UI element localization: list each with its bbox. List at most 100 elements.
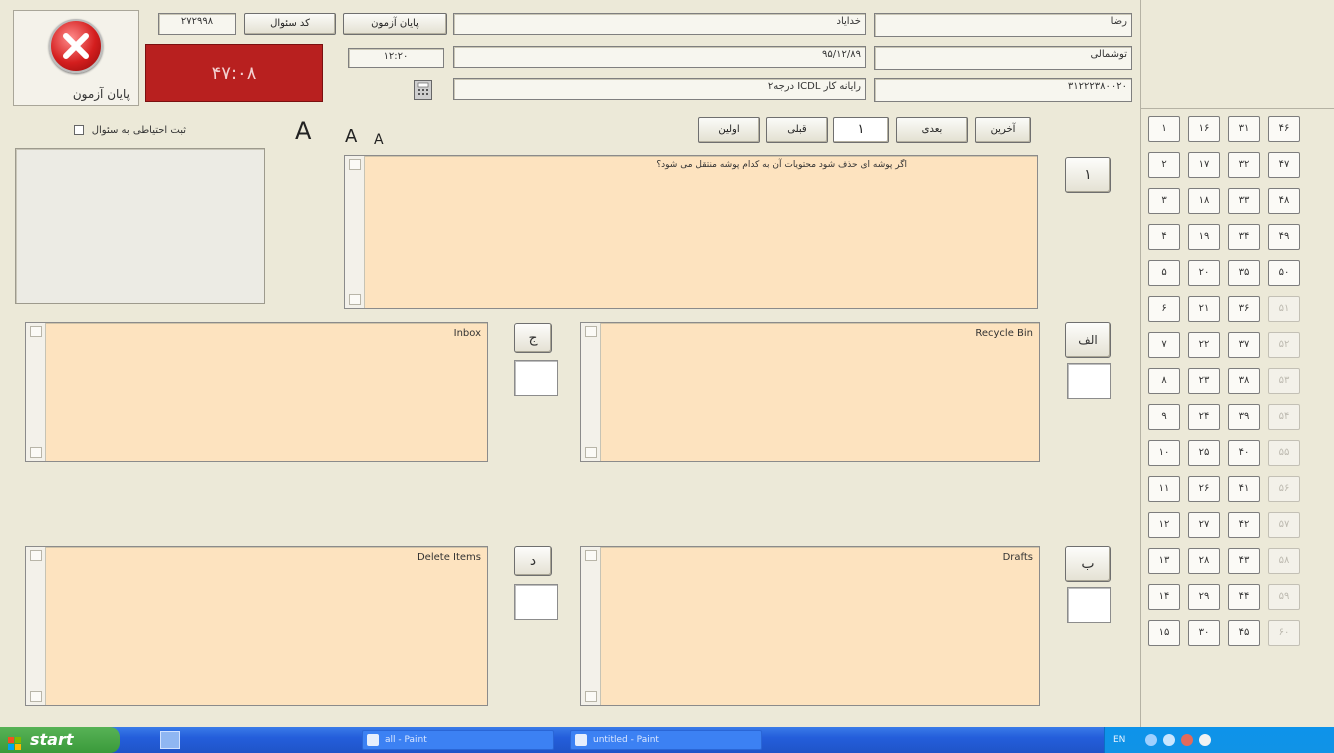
taskbar-item-paint-all[interactable]: all - Paint (362, 730, 554, 750)
question-nav-button[interactable]: ۴۲ (1228, 512, 1260, 538)
calculator-icon[interactable] (414, 80, 432, 100)
question-nav-button[interactable]: ۲۵ (1188, 440, 1220, 466)
question-nav-button[interactable]: ۷ (1148, 332, 1180, 358)
question-nav-button[interactable]: ۲۴ (1188, 404, 1220, 430)
language-indicator[interactable]: EN (1113, 727, 1125, 753)
question-nav-button[interactable]: ۳۰ (1188, 620, 1220, 646)
question-nav-button[interactable]: ۴۵ (1228, 620, 1260, 646)
question-nav-button[interactable]: ۲۶ (1188, 476, 1220, 502)
nav-first-button[interactable]: اولین (698, 117, 760, 143)
question-nav-button[interactable]: ۵۹ (1268, 584, 1300, 610)
question-nav-button[interactable]: ۱۱ (1148, 476, 1180, 502)
question-nav-button[interactable]: ۸ (1148, 368, 1180, 394)
question-nav-button[interactable]: ۴ (1148, 224, 1180, 250)
question-nav-button[interactable]: ۹ (1148, 404, 1180, 430)
question-nav-button[interactable]: ۱ (1148, 116, 1180, 142)
question-nav-button[interactable]: ۳ (1148, 188, 1180, 214)
quick-launch-icon[interactable] (160, 731, 180, 749)
question-nav-button[interactable]: ۴۰ (1228, 440, 1260, 466)
option-jim-box[interactable]: Inbox (25, 322, 488, 462)
option-jim-button[interactable]: ج (514, 323, 552, 353)
question-nav-button[interactable]: ۲۳ (1188, 368, 1220, 394)
option-dal-button[interactable]: د (514, 546, 552, 576)
tray-antivirus-icon (1199, 734, 1211, 746)
taskbar-item-paint-untitled[interactable]: untitled - Paint (570, 730, 762, 750)
question-nav-button[interactable]: ۵۱ (1268, 296, 1300, 322)
nav-next-button[interactable]: بعدی (896, 117, 968, 143)
question-nav-button[interactable]: ۲ (1148, 152, 1180, 178)
question-nav-button[interactable]: ۲۹ (1188, 584, 1220, 610)
option-alef-button[interactable]: الف (1065, 322, 1111, 358)
question-nav-button[interactable]: ۵۰ (1268, 260, 1300, 286)
question-nav-button[interactable]: ۵۷ (1268, 512, 1300, 538)
question-nav-button[interactable]: ۴۷ (1268, 152, 1300, 178)
question-nav-button[interactable]: ۴۴ (1228, 584, 1260, 610)
question-nav-button[interactable]: ۲۷ (1188, 512, 1220, 538)
question-scrollbar[interactable] (345, 156, 365, 308)
option-dal-box[interactable]: Delete Items (25, 546, 488, 706)
option-be-answer[interactable] (1067, 587, 1111, 623)
option-alef-answer[interactable] (1067, 363, 1111, 399)
question-nav-button[interactable]: ۱۷ (1188, 152, 1220, 178)
question-nav-button[interactable]: ۳۸ (1228, 368, 1260, 394)
option-be-button[interactable]: ب (1065, 546, 1111, 582)
font-large-button[interactable]: A (295, 117, 311, 145)
font-medium-button[interactable]: A (345, 126, 357, 147)
question-nav-button[interactable]: ۳۴ (1228, 224, 1260, 250)
question-nav-button[interactable]: ۶۰ (1268, 620, 1300, 646)
question-nav-button[interactable]: ۵۸ (1268, 548, 1300, 574)
question-nav-button[interactable]: ۴۶ (1268, 116, 1300, 142)
question-nav-button[interactable]: ۵ (1148, 260, 1180, 286)
question-nav-button[interactable]: ۶ (1148, 296, 1180, 322)
option-alef-box[interactable]: Recycle Bin (580, 322, 1040, 462)
nav-last-button[interactable]: آخرین (975, 117, 1031, 143)
question-nav-button[interactable]: ۵۳ (1268, 368, 1300, 394)
timer-value: ۴۷:۰۸ (211, 63, 257, 84)
question-nav-button[interactable]: ۴۱ (1228, 476, 1260, 502)
notes-area[interactable] (15, 148, 265, 304)
question-nav-button[interactable]: ۱۸ (1188, 188, 1220, 214)
question-nav-button[interactable]: ۴۹ (1268, 224, 1300, 250)
question-number-button[interactable]: ۱ (1065, 157, 1111, 193)
nav-prev-button[interactable]: قبلی (766, 117, 828, 143)
question-nav-button[interactable]: ۳۷ (1228, 332, 1260, 358)
question-nav-button[interactable]: ۱۵ (1148, 620, 1180, 646)
start-button[interactable]: start (0, 727, 120, 753)
font-small-button[interactable]: A (374, 132, 384, 148)
question-nav-button[interactable]: ۲۲ (1188, 332, 1220, 358)
option-jim-answer[interactable] (514, 360, 558, 396)
question-nav-button[interactable]: ۱۴ (1148, 584, 1180, 610)
question-nav-button[interactable]: ۴۳ (1228, 548, 1260, 574)
question-nav-button[interactable]: ۱۳ (1148, 548, 1180, 574)
question-nav-button[interactable]: ۵۲ (1268, 332, 1300, 358)
question-nav-button[interactable]: ۱۶ (1188, 116, 1220, 142)
question-nav-button[interactable]: ۳۳ (1228, 188, 1260, 214)
close-icon[interactable] (49, 19, 103, 73)
question-nav-button[interactable]: ۳۹ (1228, 404, 1260, 430)
question-nav-button[interactable]: ۱۰ (1148, 440, 1180, 466)
question-nav-button[interactable]: ۳۲ (1228, 152, 1260, 178)
option-be-scrollbar[interactable] (581, 547, 601, 705)
question-nav-button[interactable]: ۴۸ (1268, 188, 1300, 214)
question-nav-button[interactable]: ۳۶ (1228, 296, 1260, 322)
option-dal-answer[interactable] (514, 584, 558, 620)
option-jim-scrollbar[interactable] (26, 323, 46, 461)
option-be-box[interactable]: Drafts (580, 546, 1040, 706)
question-nav-button[interactable]: ۱۹ (1188, 224, 1220, 250)
option-jim-text: Inbox (453, 328, 481, 339)
option-dal-scrollbar[interactable] (26, 547, 46, 705)
question-nav-button[interactable]: ۲۸ (1188, 548, 1220, 574)
question-nav-button[interactable]: ۲۱ (1188, 296, 1220, 322)
question-nav-button[interactable]: ۵۵ (1268, 440, 1300, 466)
question-nav-button[interactable]: ۱۲ (1148, 512, 1180, 538)
end-exam-panel[interactable]: پایان آزمون (13, 10, 139, 106)
flag-row[interactable]: ثبت احتیاطی به سئوال (16, 123, 186, 139)
question-nav-button[interactable]: ۵۶ (1268, 476, 1300, 502)
flag-checkbox[interactable] (74, 125, 85, 135)
question-nav-button[interactable]: ۳۱ (1228, 116, 1260, 142)
question-code-label: کد سئوال (244, 13, 336, 35)
question-nav-button[interactable]: ۳۵ (1228, 260, 1260, 286)
question-nav-button[interactable]: ۲۰ (1188, 260, 1220, 286)
question-nav-button[interactable]: ۵۴ (1268, 404, 1300, 430)
option-alef-scrollbar[interactable] (581, 323, 601, 461)
